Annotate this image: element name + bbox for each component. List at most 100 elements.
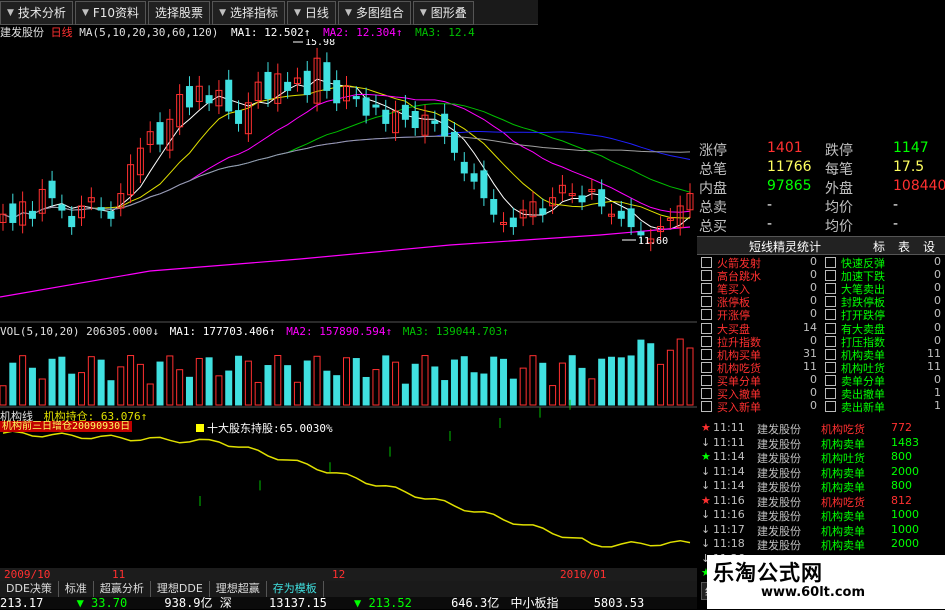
volume-bar bbox=[441, 380, 449, 406]
tick-time: 11:16 bbox=[713, 508, 745, 521]
signal-item[interactable]: 打开跌停 0 bbox=[825, 307, 943, 322]
signal-item[interactable]: 打压指数 0 bbox=[825, 334, 943, 349]
period-label[interactable]: 日线 bbox=[51, 26, 73, 39]
date-mid1: 11 bbox=[112, 568, 126, 581]
signal-item[interactable]: 买入新单 0 bbox=[701, 399, 819, 414]
stats-tab-0[interactable]: 标 bbox=[873, 238, 885, 255]
signal-item[interactable]: 机构吐货 11 bbox=[825, 360, 943, 375]
signal-item[interactable]: 加速下跌 0 bbox=[825, 268, 943, 283]
bottom-tab-4[interactable]: 理想超赢 bbox=[210, 581, 267, 597]
checkbox-icon[interactable] bbox=[701, 361, 712, 373]
checkbox-icon[interactable] bbox=[701, 283, 712, 295]
volume-bar bbox=[500, 358, 508, 406]
kline-chart[interactable]: 15.98 11.60 bbox=[0, 39, 697, 568]
signal-item[interactable]: 高台跳水 0 bbox=[701, 268, 819, 283]
checkbox-icon[interactable] bbox=[825, 257, 836, 268]
signal-item[interactable]: 机构卖单 11 bbox=[825, 347, 943, 362]
tick-row[interactable]: ★ 11:14 建发股份 机构吐货 800 bbox=[701, 450, 929, 465]
tick-row[interactable]: ↓ 11:14 建发股份 机构卖单 800 bbox=[701, 479, 929, 494]
checkbox-icon[interactable] bbox=[825, 348, 836, 360]
signal-item[interactable]: 火箭发射 0 bbox=[701, 255, 819, 270]
menu-button-3[interactable]: ▼ 选择指标 bbox=[212, 1, 285, 25]
candle-body bbox=[28, 210, 36, 219]
volume-bar bbox=[362, 376, 370, 406]
checkbox-icon[interactable] bbox=[825, 322, 836, 334]
stats-tab-1[interactable]: 表 bbox=[898, 238, 910, 255]
status-sme-value: 5803.53 bbox=[593, 597, 645, 609]
down-arrow-icon: ↓ bbox=[701, 479, 711, 492]
stats-tab-2[interactable]: 设 bbox=[923, 238, 935, 255]
signal-item[interactable]: 大笔卖出 0 bbox=[825, 281, 943, 296]
tick-val: 2000 bbox=[891, 464, 919, 478]
checkbox-icon[interactable] bbox=[701, 335, 712, 347]
signal-item[interactable]: 笔买入 0 bbox=[701, 281, 819, 296]
checkbox-icon[interactable] bbox=[701, 270, 712, 282]
volume-bar bbox=[558, 362, 566, 406]
tick-row[interactable]: ↓ 11:18 建发股份 机构卖单 2000 bbox=[701, 537, 929, 552]
signal-item[interactable]: 卖出撤单 1 bbox=[825, 386, 943, 401]
checkbox-icon[interactable] bbox=[701, 388, 712, 399]
volume-bar bbox=[450, 359, 458, 406]
signal-item[interactable]: 大买盘 14 bbox=[701, 320, 819, 336]
signal-item[interactable]: 机构买单 31 bbox=[701, 347, 819, 362]
vol-ma3: MA3: 139044.703↑ bbox=[402, 325, 509, 338]
menu-button-4[interactable]: ▼ 日线 bbox=[287, 1, 336, 25]
checkbox-icon[interactable] bbox=[701, 257, 712, 268]
checkbox-icon[interactable] bbox=[825, 335, 836, 347]
volume-bar bbox=[293, 381, 301, 406]
menu-button-0[interactable]: ▼ 技术分析 bbox=[0, 1, 73, 25]
signal-count: 0 bbox=[810, 333, 817, 347]
signal-count: 14 bbox=[803, 320, 817, 334]
signal-item[interactable]: 买入撤单 0 bbox=[701, 386, 819, 401]
checkbox-icon[interactable] bbox=[701, 374, 712, 386]
volume-bar bbox=[578, 367, 586, 406]
checkbox-icon[interactable] bbox=[701, 401, 712, 413]
bottom-tab-1[interactable]: 标准 bbox=[59, 581, 94, 597]
checkbox-icon[interactable] bbox=[701, 296, 712, 308]
checkbox-icon[interactable] bbox=[825, 283, 836, 295]
tick-row[interactable]: ↓ 11:14 建发股份 机构卖单 2000 bbox=[701, 464, 929, 480]
menu-button-6[interactable]: ▼ 图形叠 bbox=[412, 1, 474, 25]
bottom-tab-2[interactable]: 超赢分析 bbox=[94, 581, 151, 597]
menu-button-5[interactable]: ▼ 多图组合 bbox=[337, 1, 411, 25]
tick-row[interactable]: ↓ 11:16 建发股份 机构卖单 1000 bbox=[701, 508, 929, 523]
checkbox-icon[interactable] bbox=[825, 361, 836, 373]
candle-body bbox=[68, 215, 76, 228]
candle-body bbox=[323, 62, 331, 91]
signal-item[interactable]: 开涨停 0 bbox=[701, 307, 819, 322]
signal-item[interactable]: 封跌停板 0 bbox=[825, 294, 943, 309]
signal-item[interactable]: 机构吃货 11 bbox=[701, 360, 819, 375]
tick-row[interactable]: ★ 11:11 建发股份 机构吃货 772 bbox=[701, 421, 929, 436]
tick-row[interactable]: ↓ 11:17 建发股份 机构卖单 1000 bbox=[701, 523, 929, 538]
volume-bar bbox=[264, 365, 272, 406]
signal-item[interactable]: 有大卖盘 0 bbox=[825, 321, 943, 336]
stats-title-bar: 短线精灵统计 标表设 bbox=[697, 236, 945, 255]
checkbox-icon[interactable] bbox=[825, 309, 836, 321]
signal-item[interactable]: 拉升指数 0 bbox=[701, 333, 819, 349]
signal-item[interactable]: 快速反弹 0 bbox=[825, 255, 943, 270]
menu-button-2[interactable]: 选择股票 bbox=[148, 1, 211, 25]
down-arrow-icon: ↓ bbox=[701, 508, 711, 521]
signal-item[interactable]: 卖出新单 1 bbox=[825, 399, 943, 414]
volume-bar bbox=[156, 361, 164, 406]
signal-item[interactable]: 涨停板 0 bbox=[701, 294, 819, 309]
menu-button-1[interactable]: ▼ F10资料 bbox=[74, 1, 147, 25]
checkbox-icon[interactable] bbox=[701, 348, 712, 360]
checkbox-icon[interactable] bbox=[825, 270, 836, 282]
bottom-tab-3[interactable]: 理想DDE bbox=[151, 581, 210, 597]
bottom-tab-0[interactable]: DDE决策 bbox=[0, 581, 59, 597]
status-turnover: 938.9亿 bbox=[164, 597, 213, 609]
signal-item[interactable]: 买单分单 0 bbox=[701, 373, 819, 388]
checkbox-icon[interactable] bbox=[701, 322, 712, 334]
checkbox-icon[interactable] bbox=[825, 401, 836, 413]
checkbox-icon[interactable] bbox=[701, 309, 712, 321]
checkbox-icon[interactable] bbox=[825, 388, 836, 399]
volume-bar bbox=[107, 380, 115, 406]
tick-row[interactable]: ★ 11:16 建发股份 机构吃货 812 bbox=[701, 494, 929, 509]
bottom-tab-5[interactable]: 存为模板 bbox=[267, 581, 324, 597]
signal-item[interactable]: 卖单分单 0 bbox=[825, 373, 943, 388]
volume-bar bbox=[421, 355, 429, 406]
checkbox-icon[interactable] bbox=[825, 296, 836, 308]
checkbox-icon[interactable] bbox=[825, 374, 836, 386]
tick-row[interactable]: ↓ 11:11 建发股份 机构卖单 1483 bbox=[701, 436, 929, 451]
